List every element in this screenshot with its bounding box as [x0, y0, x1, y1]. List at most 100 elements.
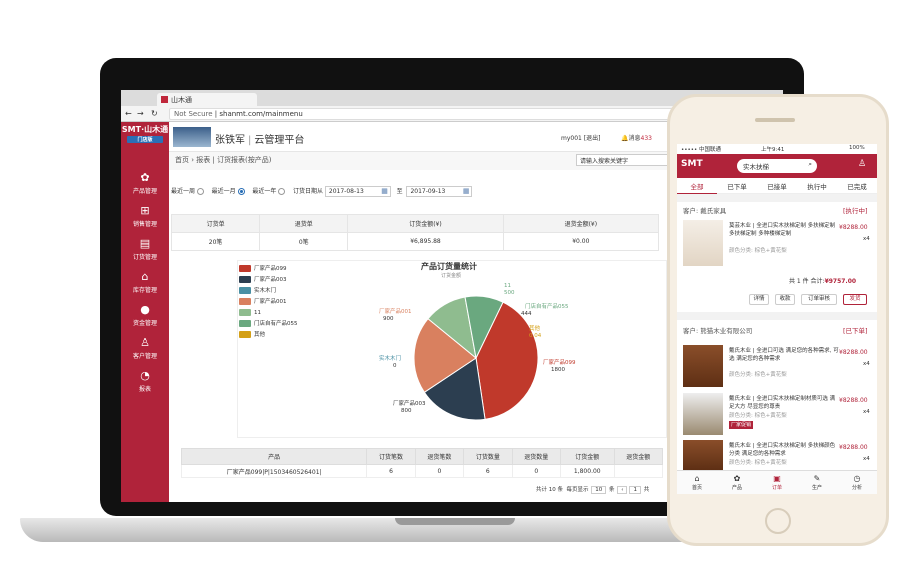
tab-executing[interactable]: 执行中 [797, 181, 837, 191]
pager-page[interactable]: 1 [629, 486, 641, 494]
profile-icon[interactable]: ♙ [858, 159, 866, 169]
carrier: ••••• 中国联通 [681, 147, 721, 153]
phone-tabbar: ⌂ 首页 ✿ 产品 ▣ 订单 ✎ 生产 ◷ 分析 [677, 470, 877, 494]
clock: 上午9:41 [761, 147, 785, 153]
products-icon: ✿ [140, 171, 150, 184]
tab-accepted[interactable]: 已接单 [757, 181, 797, 191]
pager-per-select[interactable]: 10 [591, 486, 607, 494]
phone-speaker [755, 118, 795, 122]
legend-label: 厂家产品099 [254, 266, 287, 272]
sidebar: SMT·山木通 门店版 ✿ 产品管理 ⊞ 销售管理 ▤ 订货管理 ⌂ 库存管理 ● 资金管理… [121, 122, 169, 502]
summary-value: 0笔 [259, 232, 349, 251]
pager-prev[interactable]: ‹ [617, 486, 628, 494]
pager-of: 共 [643, 487, 650, 493]
detail-header: 订货金额 [559, 448, 615, 465]
order-customer: 客户: 熊猫木业有限公司 [683, 327, 753, 335]
filter-year-label: 最近一年 [252, 188, 277, 195]
sidebar-item-label: 客户管理 [132, 353, 157, 360]
pencil-icon: ✎ [813, 474, 821, 483]
footer-production[interactable]: ✎ 生产 [797, 474, 837, 491]
laptop-notch [395, 518, 515, 525]
phone-logo: SMT [681, 159, 703, 169]
date-filters: 最近一周 最近一月 最近一年 订货日期从 2017-08-13 至 2017-0… [171, 186, 473, 197]
date-to-input[interactable]: 2017-09-13 [406, 186, 473, 197]
clipboard-icon: ▤ [139, 237, 151, 250]
battery: 100% [849, 145, 865, 151]
legend-label: 实木木门 [254, 288, 277, 294]
legend-item[interactable]: 11 [239, 309, 298, 320]
item-desc: 戴氏木业 | 全进口实木扶梯定制材质可选 满足大方 尽显您的尊贵 [729, 396, 836, 410]
order-tabs: 全部 已下单 已接单 执行中 已完成 [677, 178, 877, 194]
logo-sub: 门店版 [127, 136, 163, 143]
item-price: ¥8288.00 [839, 444, 868, 451]
filter-week-radio[interactable] [197, 188, 205, 195]
legend-item[interactable]: 厂家产品001 [239, 298, 298, 309]
date-from-input[interactable]: 2017-08-13 [324, 186, 391, 197]
legend-swatch [239, 331, 251, 338]
pie-label: 0.04 [529, 333, 542, 339]
search-input[interactable]: 请输入搜索关键字 [576, 154, 676, 166]
footer-analysis[interactable]: ◷ 分析 [837, 474, 877, 491]
legend-item[interactable]: 实木木门 [239, 287, 298, 298]
footer-label: 分析 [851, 485, 862, 491]
filter-month-radio[interactable] [237, 188, 245, 195]
item-desc: 戴氏木业 | 全进口实木扶梯定制 多扶梯颜色分类 满足您的各种需求 [729, 443, 836, 457]
tab-done[interactable]: 已完成 [837, 181, 877, 191]
review-button[interactable]: 订单审核 [801, 294, 837, 305]
sidebar-item-orders[interactable]: ▤ 订货管理 [121, 237, 169, 262]
legend-item[interactable]: 厂家产品099 [239, 265, 298, 276]
divider [677, 312, 877, 320]
forward-icon[interactable]: → [137, 109, 144, 118]
item-desc: 莫芸木业 | 全进口实木扶梯定制 多扶梯定制 多扶梯定制 多种楼梯定制 [729, 223, 836, 237]
cabinet-image [683, 345, 723, 387]
footer-products[interactable]: ✿ 产品 [717, 474, 757, 491]
tab-ordered[interactable]: 已下单 [717, 181, 757, 191]
sidebar-item-sales[interactable]: ⊞ 销售管理 [121, 204, 169, 229]
pie-label: 门店自有产品055 [525, 302, 569, 310]
money-bag-icon: ● [140, 303, 150, 316]
footer-label: 订单 [771, 485, 782, 491]
crumb-home[interactable]: 首页 [175, 156, 189, 164]
reload-icon[interactable]: ↻ [151, 109, 158, 118]
receive-button[interactable]: 收款 [775, 294, 795, 305]
brand-title: 云管理平台 [254, 135, 305, 146]
browser-tab[interactable]: 山木通 [157, 93, 257, 106]
summary-value: ¥6,895.88 [347, 232, 504, 251]
legend-label: 11 [254, 310, 261, 316]
footer-home[interactable]: ⌂ 首页 [677, 474, 717, 491]
legend-swatch [239, 320, 251, 327]
phone-screen: ••••• 中国联通 上午9:41 100% SMT 实木扶梯 ⌕ ♙ 全部 已下… [677, 144, 877, 494]
legend-item[interactable]: 门店自有产品055 [239, 320, 298, 331]
pie-label: 厂家产品099 [543, 358, 576, 366]
cart-icon: ⊞ [140, 204, 150, 217]
detail-cell: 0 [511, 464, 561, 478]
filter-month-label: 最近一月 [211, 188, 236, 195]
summary-value: 20笔 [170, 232, 261, 251]
ship-button[interactable]: 发货 [843, 294, 867, 305]
detail-button[interactable]: 详情 [749, 294, 769, 305]
legend-item[interactable]: 其他 [239, 331, 298, 342]
sidebar-item-inventory[interactable]: ⌂ 库存管理 [121, 271, 169, 295]
footer-label: 产品 [731, 485, 742, 491]
detail-header: 订货笔数 [366, 448, 416, 465]
user-logout[interactable]: my001 [退出] [561, 133, 600, 142]
filter-year-radio[interactable] [278, 188, 286, 195]
tab-all[interactable]: 全部 [677, 181, 717, 194]
home-button[interactable] [765, 508, 791, 534]
detail-cell: 6 [366, 464, 416, 478]
crumb-reports[interactable]: 报表 [196, 156, 210, 164]
legend-item[interactable]: 厂家产品003 [239, 276, 298, 287]
sidebar-item-customers[interactable]: ♙ 客户管理 [121, 337, 169, 361]
legend-swatch [239, 276, 251, 283]
sidebar-item-reports[interactable]: ◔ 报表 [121, 370, 169, 394]
back-icon[interactable]: ← [125, 109, 132, 118]
sidebar-item-funds[interactable]: ● 资金管理 [121, 303, 169, 328]
sidebar-item-label: 资金管理 [132, 320, 157, 327]
sidebar-item-label: 订货管理 [132, 254, 157, 261]
sidebar-item-products[interactable]: ✿ 产品管理 [121, 171, 169, 196]
footer-orders[interactable]: ▣ 订单 [757, 474, 797, 491]
pie-label: 1800 [551, 367, 565, 373]
app-logo: SMT·山木通 门店版 [121, 122, 169, 144]
phone-search[interactable]: 实木扶梯 ⌕ [737, 159, 817, 173]
messages[interactable]: 🔔消息433 [621, 133, 652, 142]
